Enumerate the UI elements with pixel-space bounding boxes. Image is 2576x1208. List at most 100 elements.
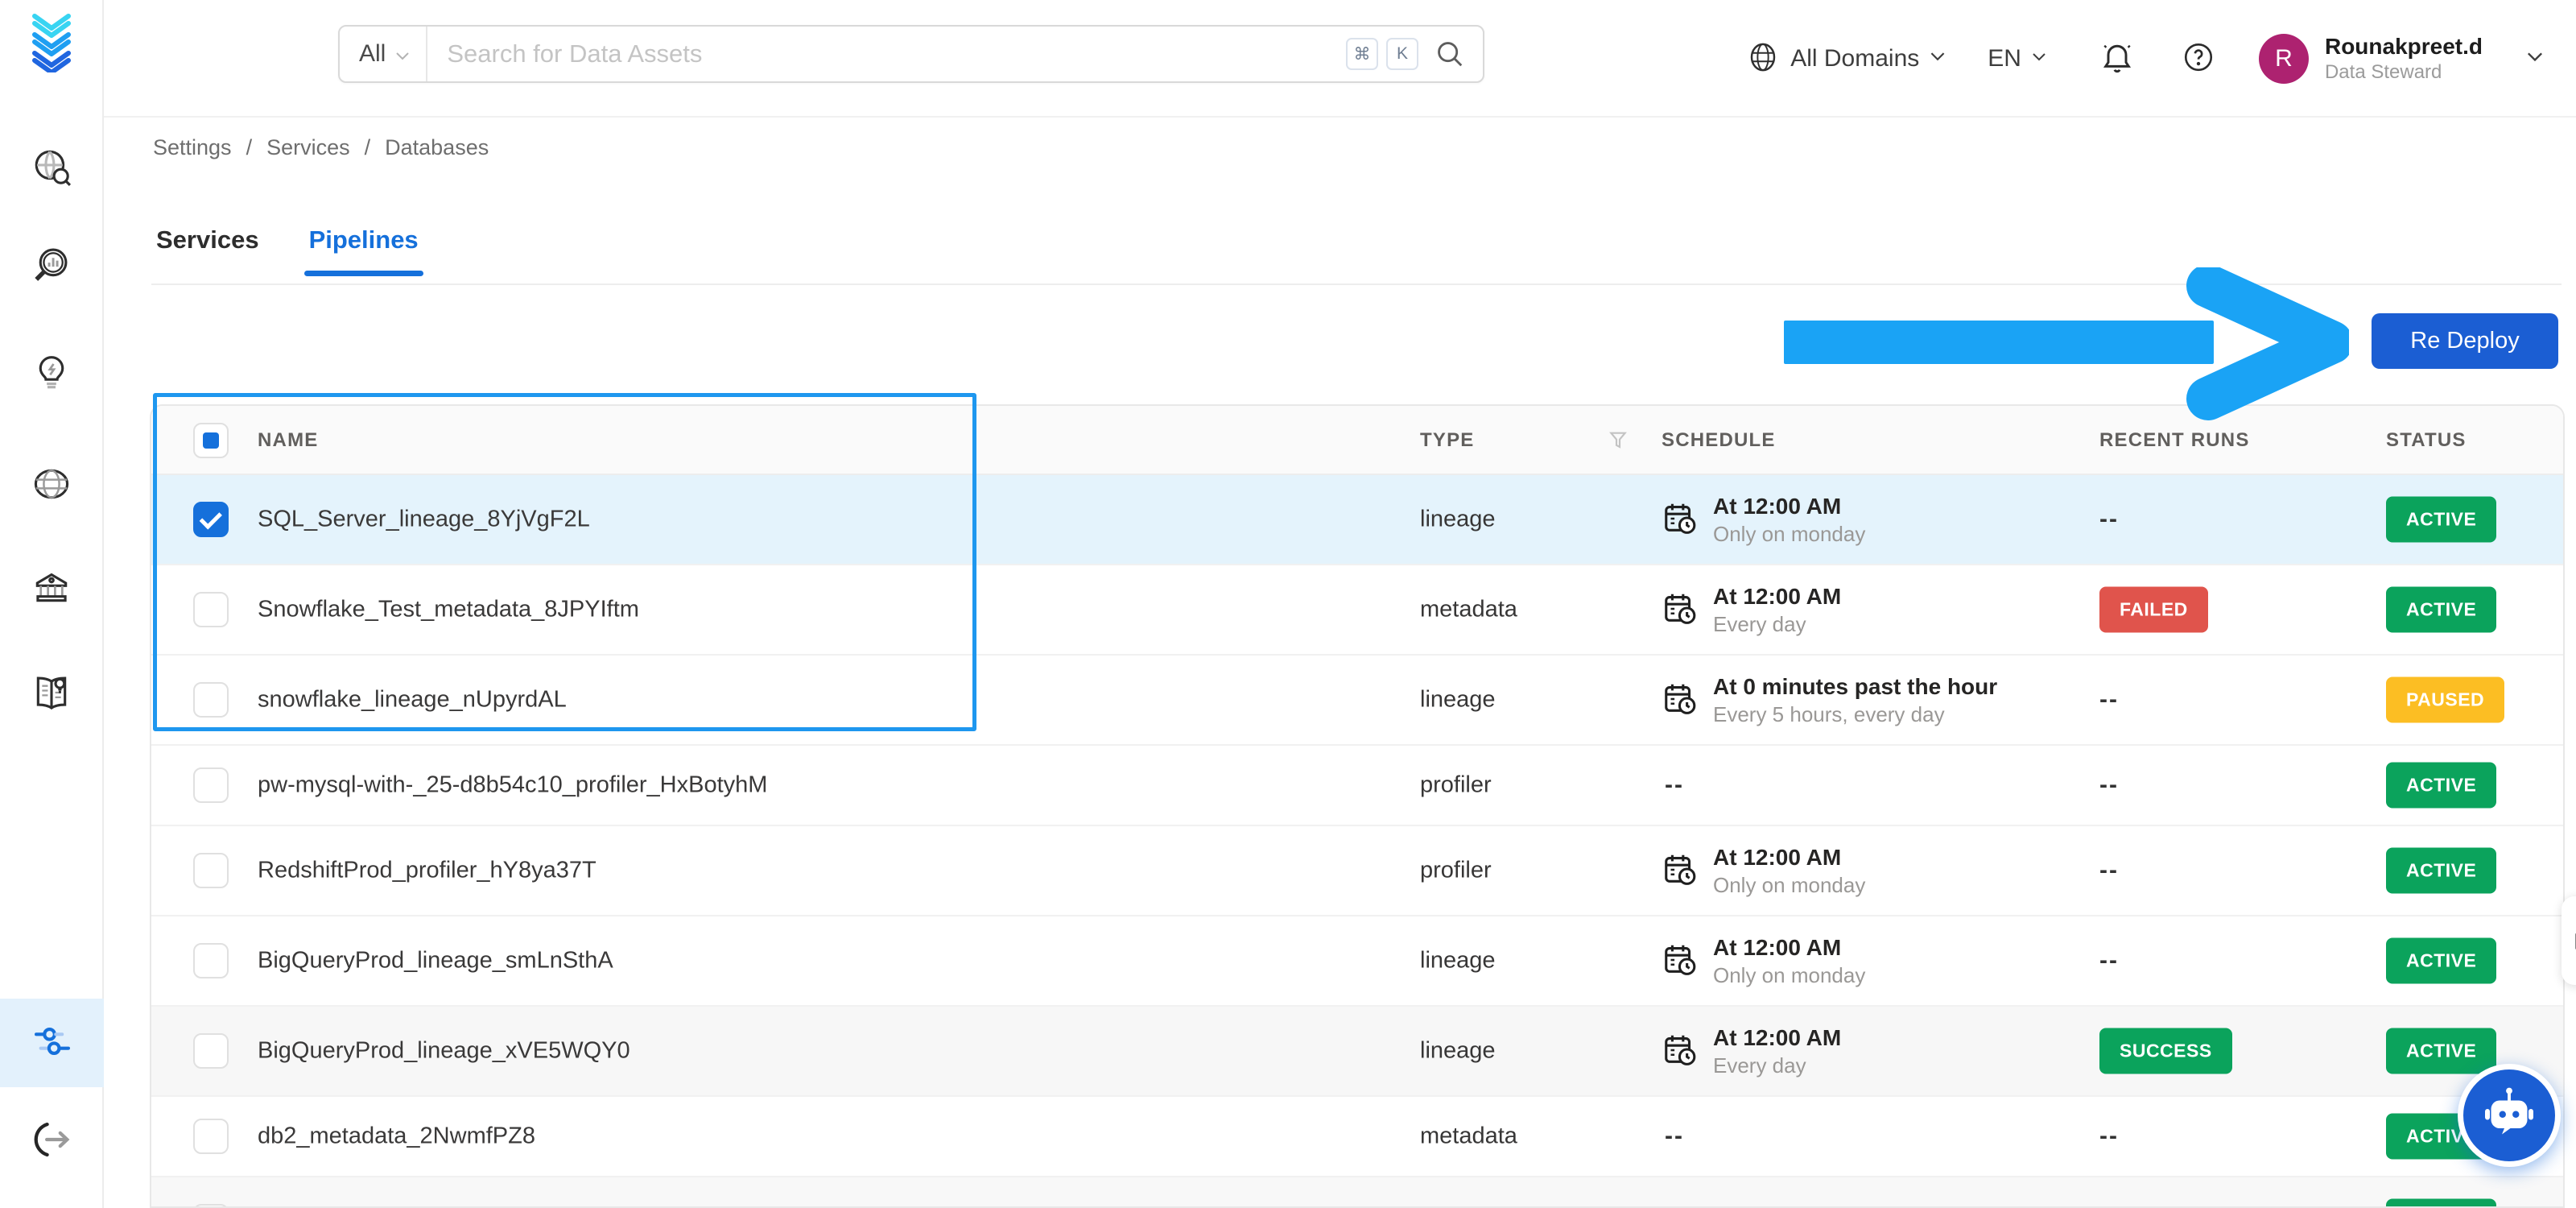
pipeline-name[interactable]: SQL_Server_lineage_8YjVgF2L (258, 507, 590, 533)
user-menu[interactable]: R Rounakpreet.d Data Steward (2258, 33, 2544, 85)
breadcrumb-services[interactable]: Services (266, 135, 350, 160)
recent-runs-empty: -- (2099, 772, 2119, 798)
select-all-checkbox[interactable] (193, 423, 229, 458)
row-checkbox[interactable] (193, 943, 229, 978)
schedule-cell: At 12:00 AM Only on monday (1662, 492, 1865, 547)
table-body: SQL_Server_lineage_8YjVgF2L lineage At 12:… (151, 475, 2563, 1206)
row-checkbox[interactable] (193, 1204, 229, 1206)
pipeline-name[interactable]: RedshiftProd_profiler_hY8ya37T (258, 858, 597, 884)
sidebar-item-settings-active[interactable] (0, 999, 104, 1087)
chatbot-button[interactable] (2458, 1064, 2561, 1167)
tabs-divider (151, 283, 2562, 285)
tab-services[interactable]: Services (153, 225, 262, 254)
schedule-cell: At 12:00 AM Every day (1662, 582, 1841, 637)
search-input[interactable] (427, 39, 1346, 68)
schedule-time: At 12:00 AM (1713, 1025, 1842, 1050)
row-checkbox[interactable] (193, 1119, 229, 1154)
search-icon[interactable] (1435, 39, 1465, 69)
row-checkbox[interactable] (193, 853, 229, 888)
table-row[interactable]: SQL_Server_lineage_8YjVgF2L lineage At 12:… (151, 475, 2563, 565)
sidebar-item-logout[interactable] (31, 1121, 72, 1161)
pipeline-type: lineage (1420, 506, 1496, 532)
table-row[interactable]: mastun_lineage_xBY00VKglineageACTIVE (151, 1177, 2563, 1206)
sidebar-item-observability[interactable] (31, 246, 72, 287)
pipeline-name[interactable]: BigQueryProd_lineage_smLnSthA (258, 948, 613, 974)
tab-pipelines[interactable]: Pipelines (303, 225, 423, 276)
schedule-empty: -- (1665, 772, 1684, 798)
global-search: All ⌘ K (338, 25, 1484, 83)
help-button[interactable] (2182, 40, 2215, 78)
table-row[interactable]: BigQueryProd_lineage_smLnSthA lineage At 1… (151, 916, 2563, 1007)
edge-widget-button[interactable] (2562, 896, 2576, 985)
table-row[interactable]: BigQueryProd_lineage_xVE5WQY0 lineage At 1… (151, 1007, 2563, 1097)
recent-runs-empty: -- (2099, 506, 2119, 532)
row-checkbox[interactable] (193, 767, 229, 803)
search-scope-label: All (359, 40, 386, 67)
pipeline-type: lineage (1420, 686, 1496, 713)
help-icon (2182, 40, 2215, 78)
recent-runs-cell: -- (2099, 1123, 2119, 1150)
table-row[interactable]: RedshiftProd_profiler_hY8ya37T profiler At… (151, 826, 2563, 916)
cmd-key-hint: ⌘ (1346, 38, 1378, 70)
status-badge: ACTIVE (2386, 937, 2497, 984)
schedule-cell: At 0 minutes past the hour Every 5 hours,… (1662, 672, 1997, 727)
table-row[interactable]: db2_metadata_2NwmfPZ8 metadata -- -- ACTIVE (151, 1097, 2563, 1177)
notifications-button[interactable] (2099, 39, 2135, 79)
table-row[interactable]: pw-mysql-with-_25-d8b54c10_profiler_HxBo… (151, 746, 2563, 826)
pipeline-type: lineage (1420, 947, 1496, 974)
status-badge: ACTIVE (2386, 847, 2497, 894)
chevron-down-icon (2032, 52, 2046, 66)
sidebar-item-explore[interactable] (31, 148, 72, 188)
status-badge: ACTIVE (2386, 1028, 2497, 1074)
pipeline-name[interactable]: snowflake_lineage_nUpyrdAL (258, 687, 567, 714)
recent-runs-empty: -- (2099, 857, 2119, 883)
recent-run-badge: FAILED (2099, 586, 2208, 633)
chevron-down-icon (2526, 52, 2544, 67)
domains-dropdown[interactable]: All Domains (1746, 40, 1946, 78)
search-scope-selector[interactable]: All (340, 27, 428, 81)
status-badge: ACTIVE (2386, 762, 2497, 809)
recent-run-badge: SUCCESS (2099, 1028, 2232, 1074)
pipeline-name[interactable]: db2_metadata_2NwmfPZ8 (258, 1123, 535, 1150)
pipeline-name[interactable]: pw-mysql-with-_25-d8b54c10_profiler_HxBo… (258, 772, 767, 799)
chevron-down-icon (395, 40, 410, 68)
column-header-status: STATUS (2386, 429, 2467, 451)
pipeline-type: profiler (1420, 772, 1492, 798)
explore-icon (31, 147, 72, 191)
sidebar-item-insights[interactable] (31, 354, 72, 394)
row-checkbox[interactable] (193, 682, 229, 718)
sidebar-item-govern[interactable] (31, 569, 72, 609)
redeploy-button[interactable]: Re Deploy (2372, 313, 2558, 369)
schedule-time: At 12:00 AM (1713, 584, 1842, 609)
calendar-clock-icon (1662, 499, 1699, 540)
pipeline-type: metadata (1420, 1123, 1517, 1149)
calendar-clock-icon (1662, 590, 1699, 631)
language-selector[interactable]: EN (1988, 45, 2046, 72)
user-name: Rounakpreet.d (2324, 34, 2483, 59)
schedule-frequency: Only on monday (1713, 522, 1866, 546)
filter-icon[interactable] (1605, 406, 1631, 475)
logout-icon (30, 1118, 73, 1165)
pipeline-name[interactable]: BigQueryProd_lineage_xVE5WQY0 (258, 1038, 630, 1065)
status-badge: ACTIVE (2386, 1198, 2497, 1206)
table-row[interactable]: Snowflake_Test_metadata_8JPYIftm metadata… (151, 565, 2563, 656)
pipeline-type: lineage (1420, 1037, 1496, 1064)
row-checkbox[interactable] (193, 502, 229, 537)
sidebar-item-knowledge[interactable] (31, 674, 72, 714)
pipeline-name[interactable]: Snowflake_Test_metadata_8JPYIftm (258, 597, 639, 623)
sidebar-item-domains[interactable] (31, 465, 72, 506)
insights-icon (31, 352, 72, 396)
widget-icon (2568, 920, 2576, 962)
calendar-clock-icon (1662, 1031, 1699, 1072)
row-checkbox[interactable] (193, 1033, 229, 1069)
schedule-empty: -- (1665, 1123, 1684, 1149)
recent-runs-cell: -- (2099, 506, 2119, 533)
table-row[interactable]: snowflake_lineage_nUpyrdAL lineage At 0 mi… (151, 656, 2563, 746)
govern-icon (31, 567, 72, 611)
app-logo[interactable] (27, 10, 76, 77)
chatbot-robot-icon (2480, 1085, 2538, 1147)
row-checkbox[interactable] (193, 592, 229, 627)
language-label: EN (1988, 45, 2021, 72)
breadcrumb-settings[interactable]: Settings (153, 135, 232, 160)
breadcrumb-databases[interactable]: Databases (385, 135, 489, 160)
